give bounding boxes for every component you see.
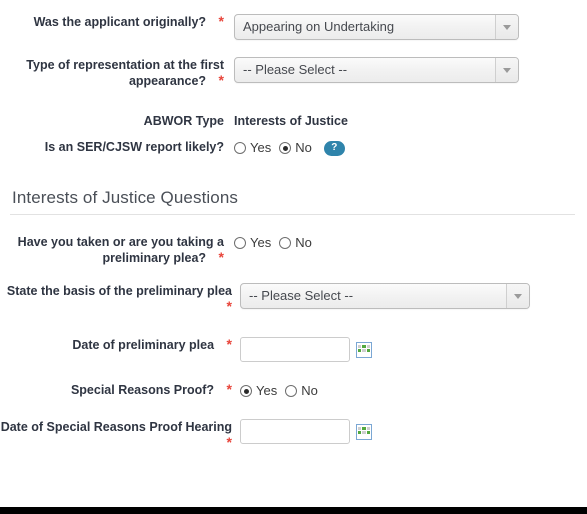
required-asterisk: * (218, 13, 224, 29)
section-heading: Interests of Justice Questions (12, 188, 238, 207)
abwor-type-value: Interests of Justice (234, 114, 348, 128)
radio-circle-selected (240, 385, 252, 397)
interests-of-justice-form: Was the applicant originally? * Appearin… (0, 14, 587, 451)
label-text: Was the applicant originally? (33, 15, 207, 29)
field-row-representation-type: Type of representation at the first appe… (0, 57, 587, 89)
radio-circle (234, 237, 246, 249)
plea-date-input[interactable] (240, 337, 350, 362)
radio-group-special-reasons-proof: Yes No (240, 382, 587, 399)
date-field-special-reasons-date (240, 419, 587, 444)
select-plea-basis[interactable]: -- Please Select -- (240, 283, 530, 309)
question-mark-icon[interactable]: ? (323, 140, 345, 156)
calendar-icon[interactable] (356, 341, 372, 358)
radio-ser-report-no[interactable]: No (279, 140, 312, 156)
radio-label: No (301, 383, 318, 398)
radio-label: No (295, 140, 312, 155)
required-asterisk: * (218, 72, 224, 88)
select-value: Appearing on Undertaking (243, 19, 395, 34)
radio-label: Yes (250, 140, 272, 155)
field-row-preliminary-plea-taken: Have you taken or are you taking a preli… (0, 234, 587, 266)
label-applicant-originally: Was the applicant originally? * (0, 14, 224, 30)
section-interests-of-justice: Interests of Justice Questions (10, 188, 575, 215)
chevron-down-icon[interactable] (506, 284, 529, 308)
label-ser-report: Is an SER/CJSW report likely? (0, 139, 224, 155)
radio-special-reasons-yes[interactable]: Yes (240, 383, 277, 399)
radio-circle (234, 142, 246, 154)
label-special-reasons-proof: Special Reasons Proof? * (0, 382, 232, 398)
field-row-applicant-originally: Was the applicant originally? * Appearin… (0, 14, 587, 40)
chevron-down-icon[interactable] (495, 15, 518, 39)
field-row-special-reasons-date: Date of Special Reasons Proof Hearing * (0, 419, 587, 451)
calendar-icon[interactable] (356, 423, 372, 440)
radio-group-preliminary-plea-taken: Yes No (234, 234, 587, 251)
field-row-plea-basis: State the basis of the preliminary plea … (0, 283, 587, 315)
field-row-special-reasons-proof: Special Reasons Proof? * Yes No (0, 382, 587, 399)
radio-label: Yes (256, 383, 278, 398)
label-preliminary-plea-taken: Have you taken or are you taking a preli… (0, 234, 224, 266)
label-text: Is an SER/CJSW report likely? (44, 140, 224, 154)
radio-circle (285, 385, 298, 397)
radio-circle-selected (279, 142, 292, 154)
radio-ser-report-yes[interactable]: Yes (234, 140, 271, 156)
select-value: -- Please Select -- (249, 288, 354, 303)
label-text: Special Reasons Proof? (70, 383, 215, 397)
section-divider (10, 214, 575, 215)
radio-special-reasons-no[interactable]: No (285, 383, 318, 399)
label-text: Date of preliminary plea (72, 338, 215, 352)
label-plea-basis: State the basis of the preliminary plea … (0, 283, 232, 315)
radio-preliminary-plea-yes[interactable]: Yes (234, 235, 271, 251)
special-reasons-date-input[interactable] (240, 419, 350, 444)
date-field-plea-date (240, 337, 587, 362)
required-asterisk: * (226, 381, 232, 397)
label-text: Have you taken or are you taking a preli… (17, 235, 224, 265)
radio-circle (279, 237, 292, 249)
radio-group-ser-report: Yes No ? (234, 139, 587, 156)
chevron-down-icon[interactable] (495, 58, 518, 82)
abwor-type-label: ABWOR Type (143, 114, 224, 128)
select-applicant-originally[interactable]: Appearing on Undertaking (234, 14, 519, 40)
label-special-reasons-date: Date of Special Reasons Proof Hearing * (0, 419, 232, 451)
field-row-plea-date: Date of preliminary plea * (0, 337, 587, 362)
label-text: State the basis of the preliminary plea (6, 284, 232, 298)
required-asterisk: * (226, 298, 232, 314)
required-asterisk: * (218, 249, 224, 265)
label-plea-date: Date of preliminary plea * (0, 337, 232, 353)
radio-label: Yes (250, 235, 272, 250)
required-asterisk: * (226, 434, 232, 450)
bottom-bar (0, 507, 587, 514)
field-row-ser-report: Is an SER/CJSW report likely? Yes No ? (0, 139, 587, 156)
label-text: Date of Special Reasons Proof Hearing (0, 420, 232, 434)
radio-preliminary-plea-no[interactable]: No (279, 235, 312, 251)
select-representation-type[interactable]: -- Please Select -- (234, 57, 519, 83)
abwor-type-row: ABWOR Type Interests of Justice (0, 114, 587, 128)
select-value: -- Please Select -- (243, 62, 348, 77)
label-text: Type of representation at the first appe… (26, 58, 224, 88)
required-asterisk: * (226, 336, 232, 352)
radio-label: No (295, 235, 312, 250)
label-representation-type: Type of representation at the first appe… (0, 57, 224, 89)
